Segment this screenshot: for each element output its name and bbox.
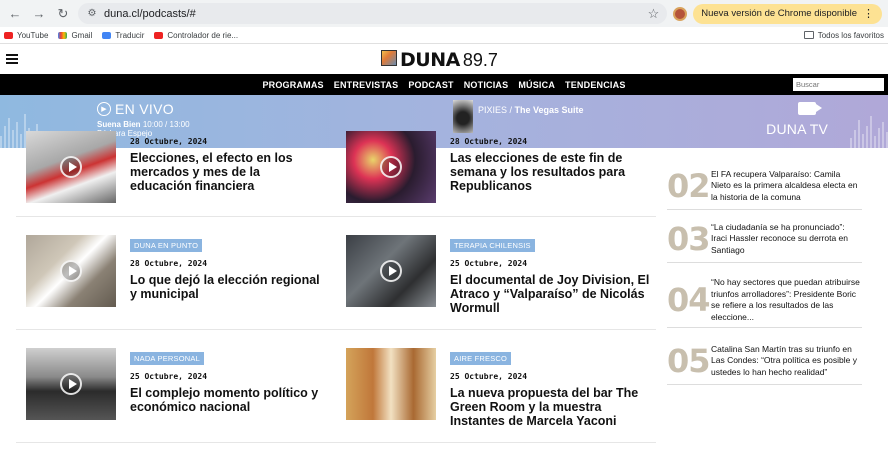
article-card[interactable]: AIRE FRESCO 25 Octubre, 2024 La nueva pr… [346,348,650,428]
site-header: DUNA 89.7 [0,44,888,74]
duna-tv-link[interactable]: DUNA TV [766,121,828,137]
most-read-title[interactable]: “No hay sectores que puedan atribuirse t… [711,277,862,323]
update-label: Nueva versión de Chrome disponible [701,8,857,19]
play-icon [60,156,82,178]
article-card[interactable]: TERAPIA CHILENSIS 25 Octubre, 2024 El do… [346,235,650,315]
article-date: 28 Octubre, 2024 [130,259,208,268]
rank-number: 02 [667,167,711,205]
profile-avatar[interactable] [673,6,688,21]
equalizer-right [850,108,888,148]
bookmark-star-icon[interactable]: ☆ [648,6,660,22]
main-nav: PROGRAMAS ENTREVISTAS PODCAST NOTICIAS M… [0,74,888,95]
bookmark-gmail[interactable]: Gmail [58,31,92,40]
article-card[interactable]: DUNA EN PUNTO 28 Octubre, 2024 Lo que de… [26,235,320,307]
nav-musica[interactable]: MÚSICA [518,80,555,90]
article-title[interactable]: Elecciones, el efecto en los mercados y … [130,151,320,193]
nav-tendencias[interactable]: TENDENCIAS [565,80,626,90]
search-input[interactable] [793,78,884,91]
address-bar[interactable]: ⚙ duna.cl/podcasts/# ☆ [78,3,668,24]
category-badge[interactable]: AIRE FRESCO [450,352,512,365]
reload-icon[interactable]: ↻ [54,5,72,23]
article-date: 28 Octubre, 2024 [130,137,208,146]
most-read-item[interactable]: 05 Catalina San Martín tras su triunfo e… [667,338,862,385]
most-read-item[interactable]: 02 El FA recupera Valparaíso: Camila Nie… [667,163,862,210]
category-badge[interactable]: DUNA EN PUNTO [130,239,203,252]
article-thumbnail[interactable] [346,131,436,203]
translate-icon [102,31,112,39]
youtube-icon [154,31,164,39]
article-card[interactable]: 28 Octubre, 2024 Elecciones, el efecto e… [26,131,320,203]
nav-programas[interactable]: PROGRAMAS [262,80,323,90]
play-icon [380,260,402,282]
rank-number: 05 [667,342,711,380]
youtube-icon [4,31,13,39]
rank-number: 03 [667,220,711,258]
play-icon [380,156,402,178]
nav-noticias[interactable]: NOTICIAS [464,80,509,90]
hamburger-menu-icon[interactable] [6,54,18,64]
podcast-list: 28 Octubre, 2024 Elecciones, el efecto e… [0,131,888,451]
article-date: 25 Octubre, 2024 [450,259,528,268]
article-thumbnail[interactable] [346,235,436,307]
nav-podcast[interactable]: PODCAST [408,80,453,90]
live-play-button[interactable]: ▶ EN VIVO [97,101,174,117]
play-icon [60,373,82,395]
most-read-title[interactable]: “La ciudadanía se ha pronunciado”: Iraci… [711,222,862,257]
now-playing: PIXIES / The Vegas Suite [478,105,584,115]
article-card[interactable]: NADA PERSONAL 25 Octubre, 2024 El comple… [26,348,320,420]
bookmarks-bar: YouTube Gmail Traducir Controlador de ri… [0,27,888,44]
article-title[interactable]: Las elecciones de este fin de semana y l… [450,151,650,193]
most-read-title[interactable]: El FA recupera Valparaíso: Camila Nieto … [711,169,862,204]
bookmark-translate[interactable]: Traducir [102,31,144,40]
bookmark-controller[interactable]: Controlador de rie... [154,31,238,40]
site-info-icon[interactable]: ⚙ [86,8,98,20]
logo-mark-icon [381,50,397,66]
folder-icon [803,31,814,39]
url-text[interactable]: duna.cl/podcasts/# [104,8,642,20]
menu-dots-icon: ⋮ [863,8,874,20]
article-date: 25 Octubre, 2024 [450,372,528,381]
nav-entrevistas[interactable]: ENTREVISTAS [334,80,399,90]
site-logo[interactable]: DUNA 89.7 [381,49,498,71]
most-read-item[interactable]: 04 “No hay sectores que puedan atribuirs… [667,273,862,328]
article-title[interactable]: La nueva propuesta del bar The Green Roo… [450,386,650,428]
category-badge[interactable]: NADA PERSONAL [130,352,204,365]
article-card[interactable]: 28 Octubre, 2024 Las elecciones de este … [346,131,650,203]
article-thumbnail[interactable] [346,348,436,420]
browser-toolbar: ← → ↻ ⚙ duna.cl/podcasts/# ☆ Nueva versi… [0,0,888,27]
category-badge[interactable]: TERAPIA CHILENSIS [450,239,535,252]
rank-number: 04 [667,281,711,319]
chrome-update-button[interactable]: Nueva versión de Chrome disponible ⋮ [693,3,882,24]
most-read-title[interactable]: Catalina San Martín tras su triunfo en L… [711,344,862,379]
article-title[interactable]: Lo que dejó la elección regional y munic… [130,273,320,301]
play-icon [60,260,82,282]
article-thumbnail[interactable] [26,235,116,307]
video-camera-icon[interactable] [798,102,822,115]
back-icon[interactable]: ← [6,5,24,23]
bookmark-youtube[interactable]: YouTube [4,31,48,40]
gmail-icon [58,31,68,39]
forward-icon[interactable]: → [30,5,48,23]
article-title[interactable]: El documental de Joy Division, El Atraco… [450,273,650,315]
album-cover [453,100,473,133]
all-favorites[interactable]: Todos los favoritos [803,31,884,40]
article-thumbnail[interactable] [26,131,116,203]
show-name: Suena Bien 10:00 / 13:00 [97,120,190,129]
most-read-item[interactable]: 03 “La ciudadanía se ha pronunciado”: Ir… [667,216,862,263]
article-date: 28 Octubre, 2024 [450,137,528,146]
article-date: 25 Octubre, 2024 [130,372,208,381]
article-thumbnail[interactable] [26,348,116,420]
article-title[interactable]: El complejo momento político y económico… [130,386,320,414]
play-icon: ▶ [97,102,111,116]
